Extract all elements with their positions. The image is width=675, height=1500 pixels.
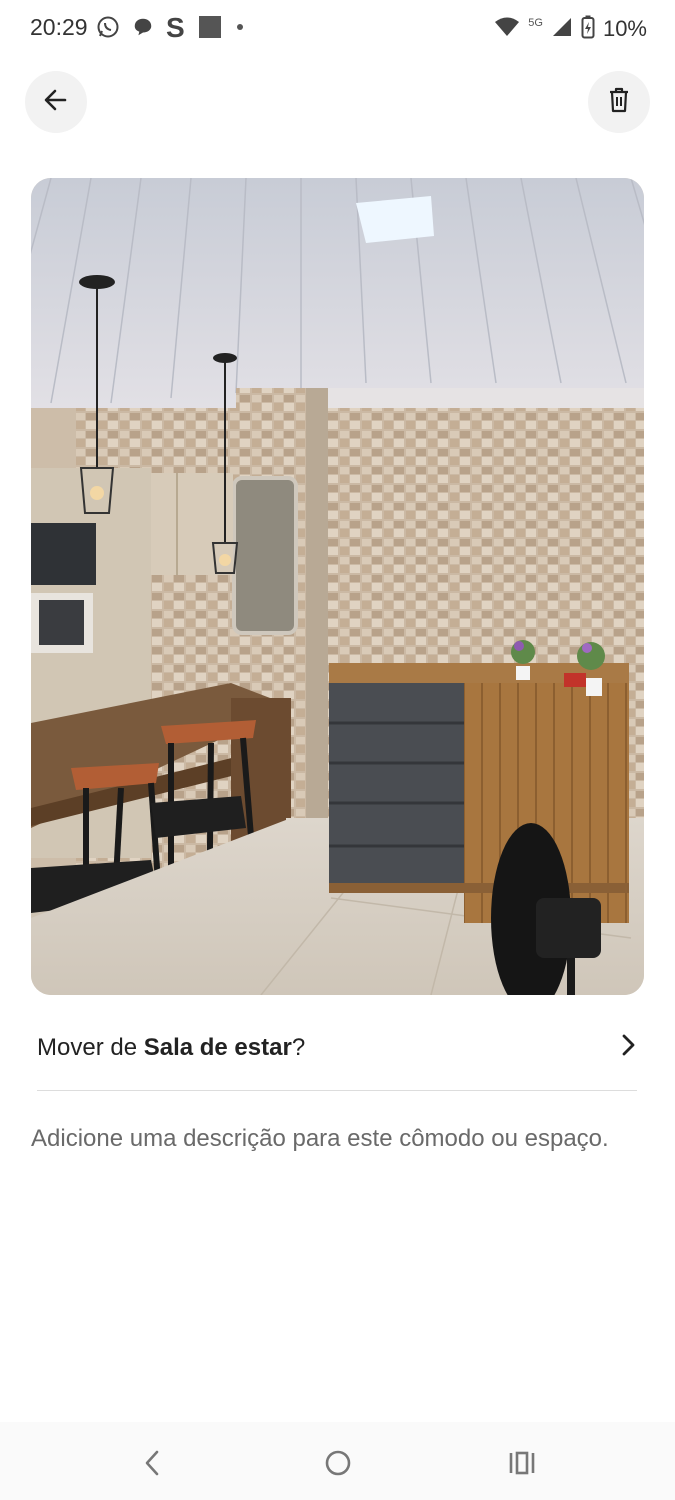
status-time: 20:29 <box>30 14 88 40</box>
square-icon <box>198 15 222 44</box>
chevron-right-icon <box>621 1032 637 1063</box>
system-status: 5G 10% <box>494 14 647 44</box>
description-field[interactable]: Adicione uma descrição para este cômodo … <box>31 1120 631 1158</box>
home-nav-icon[interactable] <box>318 1446 358 1480</box>
arrow-left-icon <box>43 87 69 118</box>
move-room-text: Mover de Sala de estar? <box>37 1034 305 1062</box>
battery-icon <box>581 15 595 44</box>
s-app-icon: S <box>166 12 186 45</box>
signal-icon <box>551 16 573 43</box>
whatsapp-icon <box>96 15 120 44</box>
svg-text:S: S <box>166 14 185 40</box>
back-button[interactable] <box>25 71 87 133</box>
divider <box>37 1090 637 1091</box>
network-type: 5G <box>528 17 543 29</box>
system-nav-bar <box>0 1422 675 1500</box>
notification-icons: S <box>96 12 246 45</box>
move-room-row[interactable]: Mover de Sala de estar? <box>37 1020 637 1080</box>
status-bar: 20:29 S 5G 10% <box>0 0 675 58</box>
recents-nav-icon[interactable] <box>502 1446 542 1480</box>
chat-bubble-icon <box>132 16 154 43</box>
trash-icon <box>608 87 630 118</box>
move-prefix: Mover de <box>37 1034 144 1061</box>
dot-icon <box>234 20 246 38</box>
delete-button[interactable] <box>588 71 650 133</box>
room-photo[interactable] <box>31 178 644 995</box>
wifi-icon <box>494 16 520 43</box>
move-suffix: ? <box>291 1034 306 1061</box>
current-room-name: Sala de estar <box>143 1034 292 1061</box>
battery-percent: 10% <box>602 16 647 41</box>
back-nav-icon[interactable] <box>132 1446 172 1480</box>
